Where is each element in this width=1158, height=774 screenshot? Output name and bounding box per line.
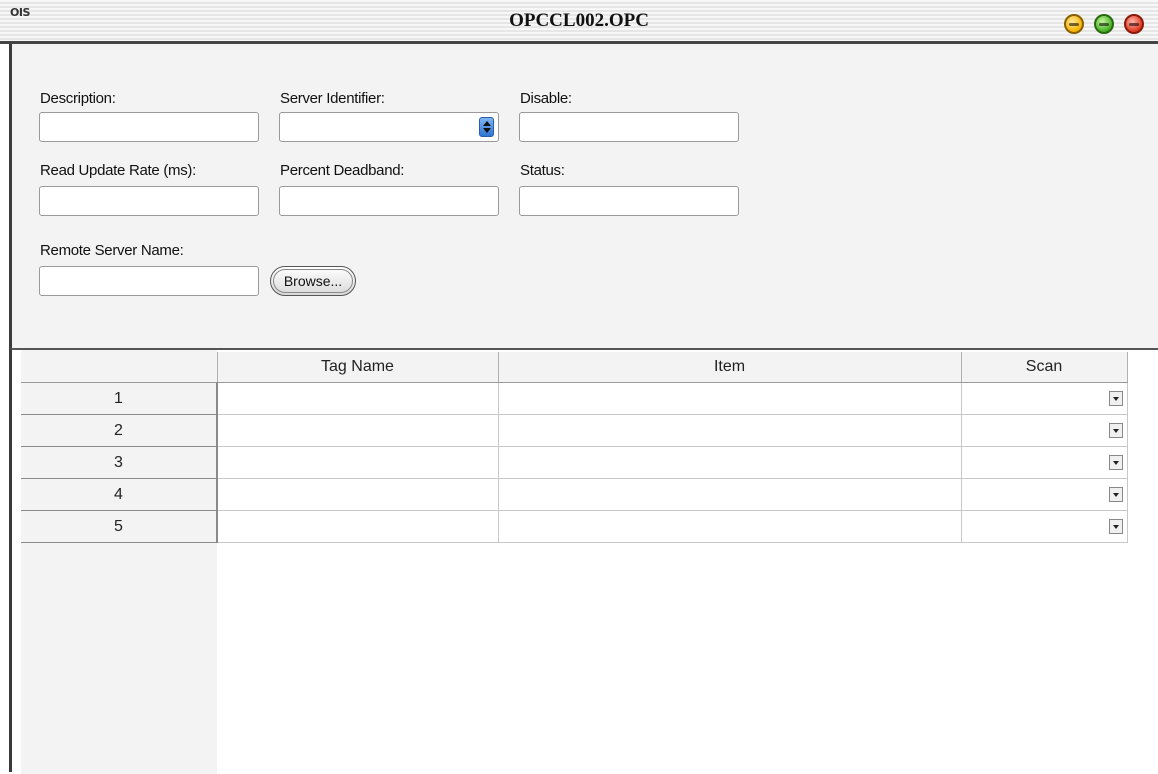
disable-field[interactable] — [519, 112, 739, 142]
table-row: 4 — [21, 478, 1128, 511]
scan-cell[interactable] — [961, 382, 1128, 415]
row-number[interactable]: 1 — [21, 382, 218, 415]
remote-server-name-label: Remote Server Name: — [40, 242, 184, 259]
tag-name-cell[interactable] — [217, 510, 499, 543]
server-identifier-label: Server Identifier: — [280, 90, 385, 107]
tag-name-cell[interactable] — [217, 414, 499, 447]
maximize-button[interactable] — [1094, 14, 1114, 34]
window-title: OPCCL002.OPC — [509, 10, 649, 31]
percent-deadband-label: Percent Deadband: — [280, 162, 405, 179]
dropdown-arrow-icon[interactable] — [1108, 391, 1123, 406]
table-row: 5 — [21, 510, 1128, 543]
tag-name-cell[interactable] — [217, 382, 499, 415]
server-identifier-select[interactable] — [279, 112, 499, 142]
header-row: Tag Name Item Scan — [21, 352, 1128, 383]
scan-cell[interactable] — [961, 478, 1128, 511]
dropdown-arrow-icon[interactable] — [1108, 455, 1123, 470]
dropdown-arrow-icon[interactable] — [1108, 423, 1123, 438]
table-row: 1 — [21, 382, 1128, 415]
table-row: 3 — [21, 446, 1128, 479]
description-field[interactable] — [39, 112, 259, 142]
close-button[interactable] — [1124, 14, 1144, 34]
select-arrows-icon[interactable] — [479, 117, 494, 137]
row-number[interactable]: 3 — [21, 446, 218, 479]
column-header-tag-name[interactable]: Tag Name — [217, 352, 499, 383]
tag-grid: Tag Name Item Scan 1 2 3 4 5 — [9, 348, 1158, 774]
status-label: Status: — [520, 162, 565, 179]
minimize-button[interactable] — [1064, 14, 1084, 34]
tag-name-cell[interactable] — [217, 478, 499, 511]
status-field[interactable] — [519, 186, 739, 216]
item-cell[interactable] — [498, 478, 962, 511]
title-bar[interactable]: OIS OPCCL002.OPC — [0, 0, 1158, 44]
browse-button[interactable]: Browse... — [270, 266, 356, 296]
table-row: 2 — [21, 414, 1128, 447]
tag-name-cell[interactable] — [217, 446, 499, 479]
read-update-rate-label: Read Update Rate (ms): — [40, 162, 196, 179]
corner-header-cell — [21, 352, 218, 383]
column-header-scan[interactable]: Scan — [961, 352, 1128, 383]
item-cell[interactable] — [498, 510, 962, 543]
properties-panel: Description: Server Identifier: Disable:… — [9, 44, 1158, 348]
scan-cell[interactable] — [961, 414, 1128, 447]
row-number[interactable]: 5 — [21, 510, 218, 543]
column-header-item[interactable]: Item — [498, 352, 962, 383]
row-number[interactable]: 4 — [21, 478, 218, 511]
tag-table: Tag Name Item Scan 1 2 3 4 5 — [21, 352, 1128, 543]
percent-deadband-field[interactable] — [279, 186, 499, 216]
dropdown-arrow-icon[interactable] — [1108, 519, 1123, 534]
disable-label: Disable: — [520, 90, 572, 107]
item-cell[interactable] — [498, 446, 962, 479]
item-cell[interactable] — [498, 414, 962, 447]
scan-cell[interactable] — [961, 446, 1128, 479]
read-update-rate-field[interactable] — [39, 186, 259, 216]
row-number[interactable]: 2 — [21, 414, 218, 447]
description-label: Description: — [40, 90, 116, 107]
dropdown-arrow-icon[interactable] — [1108, 487, 1123, 502]
item-cell[interactable] — [498, 382, 962, 415]
remote-server-name-field[interactable] — [39, 266, 259, 296]
scan-cell[interactable] — [961, 510, 1128, 543]
